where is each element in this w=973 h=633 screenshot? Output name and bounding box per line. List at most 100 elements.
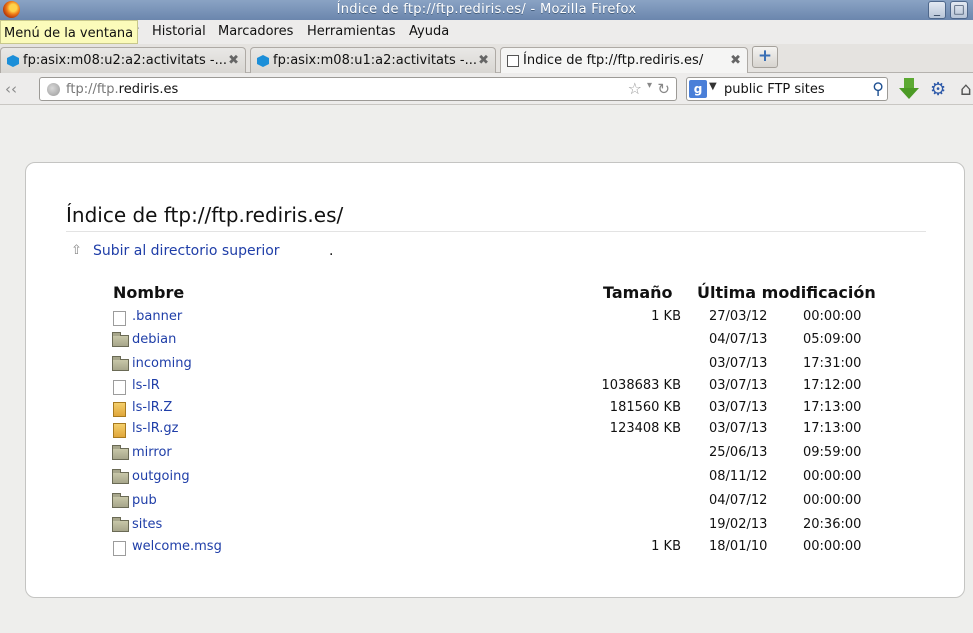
maximize-button[interactable]: □ (950, 1, 968, 19)
file-date: 18/01/10 (709, 539, 768, 554)
file-date: 03/07/13 (709, 356, 768, 371)
table-row: debian 04/07/13 05:09:00 (26, 332, 966, 354)
file-size: 181560 KB (609, 400, 681, 415)
file-link[interactable]: welcome.msg (132, 539, 222, 554)
file-link[interactable]: ls-lR (132, 378, 160, 393)
folder-icon (112, 493, 129, 508)
menu-ayuda[interactable]: Ayuda (409, 24, 449, 39)
minimize-button[interactable]: _ (928, 1, 946, 19)
file-date: 03/07/13 (709, 421, 768, 436)
file-link[interactable]: outgoing (132, 469, 190, 484)
punctuation: . (329, 243, 334, 259)
file-time: 05:09:00 (803, 332, 862, 347)
tab-ftp-rediris[interactable]: Índice de ftp://ftp.rediris.es/ ✖ (500, 47, 748, 74)
title-bar: Índice de ftp://ftp.rediris.es/ - Mozill… (0, 0, 973, 20)
tab-label: fp:asix:m08:u1:a2:activitats -... (273, 53, 478, 68)
search-bar[interactable]: g ▼ public FTP sites ⚲ (686, 77, 888, 101)
up-arrow-icon: ⇧ (71, 243, 82, 258)
file-date: 27/03/12 (709, 309, 768, 324)
folder-icon (112, 517, 129, 532)
search-input[interactable]: public FTP sites (724, 82, 825, 97)
column-header-size[interactable]: Tamaño (603, 283, 673, 302)
table-row: mirror 25/06/13 09:59:00 (26, 445, 966, 467)
file-link[interactable]: debian (132, 332, 176, 347)
folder-icon (112, 445, 129, 460)
window-menu-tooltip: Menú de la ventana (0, 20, 139, 44)
menu-marcadores[interactable]: Marcadores (218, 24, 293, 39)
close-tab-icon[interactable]: ✖ (228, 53, 239, 68)
navigation-bar: ‹‹ ftp://ftp.rediris.es ▾ ☆ ↻ g ▼ public… (0, 73, 973, 105)
url-bar[interactable]: ftp://ftp.rediris.es ▾ ☆ ↻ (39, 77, 677, 101)
google-engine-icon[interactable]: g (689, 80, 707, 98)
close-tab-icon[interactable]: ✖ (478, 53, 489, 68)
close-tab-icon[interactable]: ✖ (730, 53, 741, 68)
file-time: 00:00:00 (803, 539, 862, 554)
directory-listing: Índice de ftp://ftp.rediris.es/ ⇧ Subir … (25, 162, 965, 598)
file-time: 17:12:00 (803, 378, 862, 393)
file-size: 1 KB (651, 539, 681, 554)
file-link[interactable]: sites (132, 517, 162, 532)
bookmark-star-icon[interactable]: ☆ (628, 79, 642, 98)
tab-label: Índice de ftp://ftp.rediris.es/ (523, 53, 704, 68)
file-link[interactable]: pub (132, 493, 157, 508)
file-link[interactable]: mirror (132, 445, 172, 460)
table-row: .banner 1 KB 27/03/12 00:00:00 (26, 309, 966, 331)
file-icon (113, 311, 126, 326)
search-icon[interactable]: ⚲ (872, 79, 884, 98)
tab-label: fp:asix:m08:u2:a2:activitats -... (23, 53, 228, 68)
file-date: 04/07/12 (709, 493, 768, 508)
file-time: 17:13:00 (803, 421, 862, 436)
tab-activitats-u1[interactable]: fp:asix:m08:u1:a2:activitats -... ✖ (250, 47, 496, 73)
table-row: outgoing 08/11/12 00:00:00 (26, 469, 966, 491)
wiki-icon (257, 55, 269, 67)
file-time: 00:00:00 (803, 469, 862, 484)
new-tab-button[interactable]: + (752, 46, 778, 68)
menu-historial[interactable]: Historial (152, 24, 206, 39)
table-row: sites 19/02/13 20:36:00 (26, 517, 966, 539)
wiki-icon (7, 55, 19, 67)
folder-icon (112, 332, 129, 347)
file-size: 123408 KB (609, 421, 681, 436)
file-link[interactable]: ls-lR.gz (132, 421, 178, 436)
file-time: 00:00:00 (803, 309, 862, 324)
file-time: 17:31:00 (803, 356, 862, 371)
file-time: 09:59:00 (803, 445, 862, 460)
chevron-down-icon[interactable]: ▼ (709, 81, 717, 92)
file-date: 03/07/13 (709, 400, 768, 415)
history-dropdown-icon[interactable]: ▾ (647, 80, 652, 91)
parent-directory-link[interactable]: Subir al directorio superior (93, 243, 280, 259)
file-link[interactable]: ls-lR.Z (132, 400, 172, 415)
url-text[interactable]: ftp://ftp.rediris.es (66, 82, 178, 97)
column-header-modified[interactable]: Última modificación (697, 283, 876, 302)
file-date: 19/02/13 (709, 517, 768, 532)
archive-icon (113, 402, 126, 417)
home-icon[interactable]: ⌂ (960, 79, 971, 100)
table-row: incoming 03/07/13 17:31:00 (26, 356, 966, 378)
page-title: Índice de ftp://ftp.rediris.es/ (66, 203, 926, 232)
page-icon (507, 55, 519, 67)
folder-icon (112, 356, 129, 371)
globe-icon (47, 83, 60, 96)
file-time: 20:36:00 (803, 517, 862, 532)
tab-activitats-u2[interactable]: fp:asix:m08:u2:a2:activitats -... ✖ (0, 47, 246, 73)
folder-icon (112, 469, 129, 484)
menu-herramientas[interactable]: Herramientas (307, 24, 396, 39)
file-date: 08/11/12 (709, 469, 768, 484)
menu-bar: r Historial Marcadores Herramientas Ayud… (0, 20, 973, 44)
table-row: ls-lR.Z 181560 KB 03/07/13 17:13:00 (26, 400, 966, 422)
file-link[interactable]: incoming (132, 356, 192, 371)
file-icon (113, 380, 126, 395)
reload-icon[interactable]: ↻ (657, 80, 670, 98)
file-icon (113, 541, 126, 556)
back-icon[interactable]: ‹‹ (5, 80, 27, 98)
page-content: Índice de ftp://ftp.rediris.es/ ⇧ Subir … (0, 106, 973, 633)
file-date: 25/06/13 (709, 445, 768, 460)
tab-bar: fp:asix:m08:u2:a2:activitats -... ✖ fp:a… (0, 44, 973, 74)
file-time: 17:13:00 (803, 400, 862, 415)
column-header-name[interactable]: Nombre (113, 283, 184, 302)
file-date: 04/07/13 (709, 332, 768, 347)
download-icon[interactable] (899, 77, 919, 101)
table-row: welcome.msg 1 KB 18/01/10 00:00:00 (26, 539, 966, 561)
addon-icon[interactable]: ⚙ (930, 79, 946, 100)
file-link[interactable]: .banner (132, 309, 182, 324)
